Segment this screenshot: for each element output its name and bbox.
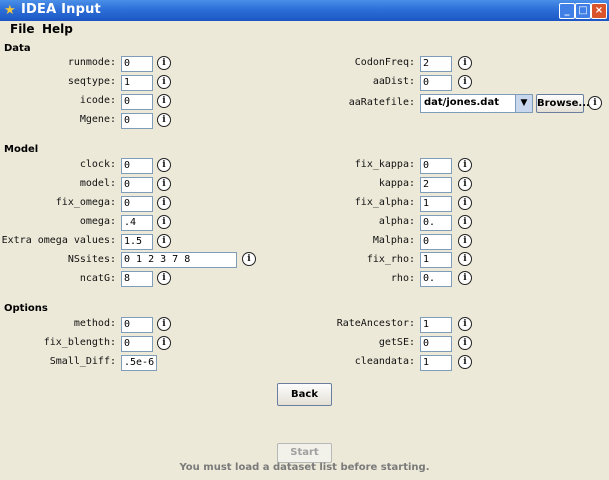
start-button[interactable]: Start (277, 443, 332, 463)
info-icon[interactable]: i (157, 56, 171, 70)
small-diff-label: Small_Diff: (49, 356, 116, 367)
small-diff-input[interactable]: .5e-6 (121, 355, 157, 371)
info-icon[interactable]: i (157, 75, 171, 89)
info-icon[interactable]: i (458, 158, 472, 172)
info-icon[interactable]: i (458, 75, 472, 89)
info-icon[interactable]: i (458, 196, 472, 210)
info-icon[interactable]: i (157, 215, 171, 229)
info-icon[interactable]: i (157, 336, 171, 350)
cleandata-input[interactable]: 1 (420, 355, 452, 371)
icode-input[interactable]: 0 (121, 94, 153, 110)
info-icon[interactable]: i (157, 177, 171, 191)
info-icon[interactable]: i (458, 355, 472, 369)
menu-file[interactable]: File (10, 22, 35, 36)
aaratefile-select[interactable]: dat/jones.dat ▼ (420, 94, 533, 113)
section-options-heading: Options (4, 303, 48, 314)
extra-omega-values-input[interactable]: 1.5 (121, 234, 153, 250)
seqtype-label: seqtype: (67, 76, 116, 87)
runmode-input[interactable]: 0 (121, 56, 153, 72)
info-icon[interactable]: i (157, 113, 171, 127)
rateancestor-input[interactable]: 1 (420, 317, 452, 333)
menu-bar: File Help (0, 21, 609, 39)
info-icon[interactable]: i (157, 271, 171, 285)
method-label: method: (73, 318, 116, 329)
window-title: IDEA Input (21, 2, 101, 17)
info-icon[interactable]: i (458, 336, 472, 350)
title-bar: ★ IDEA Input _ □ × (0, 0, 609, 21)
fix-kappa-input[interactable]: 0 (420, 158, 452, 174)
aaratefile-value: dat/jones.dat (424, 97, 499, 108)
model-label: model: (79, 178, 116, 189)
info-icon[interactable]: i (157, 158, 171, 172)
seqtype-input[interactable]: 1 (121, 75, 153, 91)
extra-omega-values-label: Extra omega values: (1, 235, 116, 246)
fix-omega-label: fix_omega: (55, 197, 116, 208)
info-icon[interactable]: i (157, 317, 171, 331)
info-icon[interactable]: i (458, 56, 472, 70)
aadist-input[interactable]: 0 (420, 75, 452, 91)
fix-omega-input[interactable]: 0 (121, 196, 153, 212)
back-button[interactable]: Back (277, 383, 332, 406)
info-icon[interactable]: i (157, 234, 171, 248)
kappa-label: kappa: (378, 178, 415, 189)
fix-kappa-label: fix_kappa: (354, 159, 415, 170)
star-icon: ★ (4, 3, 16, 18)
info-icon[interactable]: i (458, 177, 472, 191)
rateancestor-label: RateAncestor: (336, 318, 415, 329)
maximize-button[interactable]: □ (575, 3, 591, 19)
menu-help[interactable]: Help (42, 22, 73, 36)
omega-label: omega: (79, 216, 116, 227)
section-data-heading: Data (4, 43, 31, 54)
browse-button[interactable]: Browse... (536, 94, 590, 113)
alpha-input[interactable]: 0. (420, 215, 452, 231)
fix-blength-input[interactable]: 0 (121, 336, 153, 352)
alpha-label: alpha: (378, 216, 415, 227)
section-model-heading: Model (4, 144, 39, 155)
info-icon[interactable]: i (458, 252, 472, 266)
ncatg-label: ncatG: (79, 273, 116, 284)
nssites-label: NSsites: (67, 254, 116, 265)
fix-alpha-label: fix_alpha: (354, 197, 415, 208)
info-icon[interactable]: i (588, 96, 602, 110)
getse-label: getSE: (378, 337, 415, 348)
fix-rho-label: fix_rho: (366, 254, 415, 265)
aadist-label: aaDist: (372, 76, 415, 87)
chevron-down-icon[interactable]: ▼ (515, 95, 532, 112)
info-icon[interactable]: i (458, 234, 472, 248)
fix-alpha-input[interactable]: 1 (420, 196, 452, 212)
codonfreq-label: CodonFreq: (354, 57, 415, 68)
aaratefile-label: aaRatefile: (348, 97, 415, 108)
mgene-label: Mgene: (79, 114, 116, 125)
kappa-input[interactable]: 2 (420, 177, 452, 193)
method-input[interactable]: 0 (121, 317, 153, 333)
minimize-button[interactable]: _ (559, 3, 575, 19)
malpha-label: Malpha: (372, 235, 415, 246)
mgene-input[interactable]: 0 (121, 113, 153, 129)
icode-label: icode: (79, 95, 116, 106)
model-input[interactable]: 0 (121, 177, 153, 193)
codonfreq-input[interactable]: 2 (420, 56, 452, 72)
cleandata-label: cleandata: (354, 356, 415, 367)
malpha-input[interactable]: 0 (420, 234, 452, 250)
clock-label: clock: (79, 159, 116, 170)
clock-input[interactable]: 0 (121, 158, 153, 174)
info-icon[interactable]: i (458, 215, 472, 229)
info-icon[interactable]: i (157, 196, 171, 210)
omega-input[interactable]: .4 (121, 215, 153, 231)
info-icon[interactable]: i (458, 271, 472, 285)
info-icon[interactable]: i (458, 317, 472, 331)
rho-label: rho: (390, 273, 415, 284)
info-icon[interactable]: i (242, 252, 256, 266)
close-button[interactable]: × (591, 3, 607, 19)
nssites-input[interactable]: 0 1 2 3 7 8 (121, 252, 237, 268)
fix-rho-input[interactable]: 1 (420, 252, 452, 268)
rho-input[interactable]: 0. (420, 271, 452, 287)
runmode-label: runmode: (67, 57, 116, 68)
fix-blength-label: fix_blength: (43, 337, 116, 348)
info-icon[interactable]: i (157, 94, 171, 108)
getse-input[interactable]: 0 (420, 336, 452, 352)
status-message: You must load a dataset list before star… (179, 462, 430, 473)
ncatg-input[interactable]: 8 (121, 271, 153, 287)
